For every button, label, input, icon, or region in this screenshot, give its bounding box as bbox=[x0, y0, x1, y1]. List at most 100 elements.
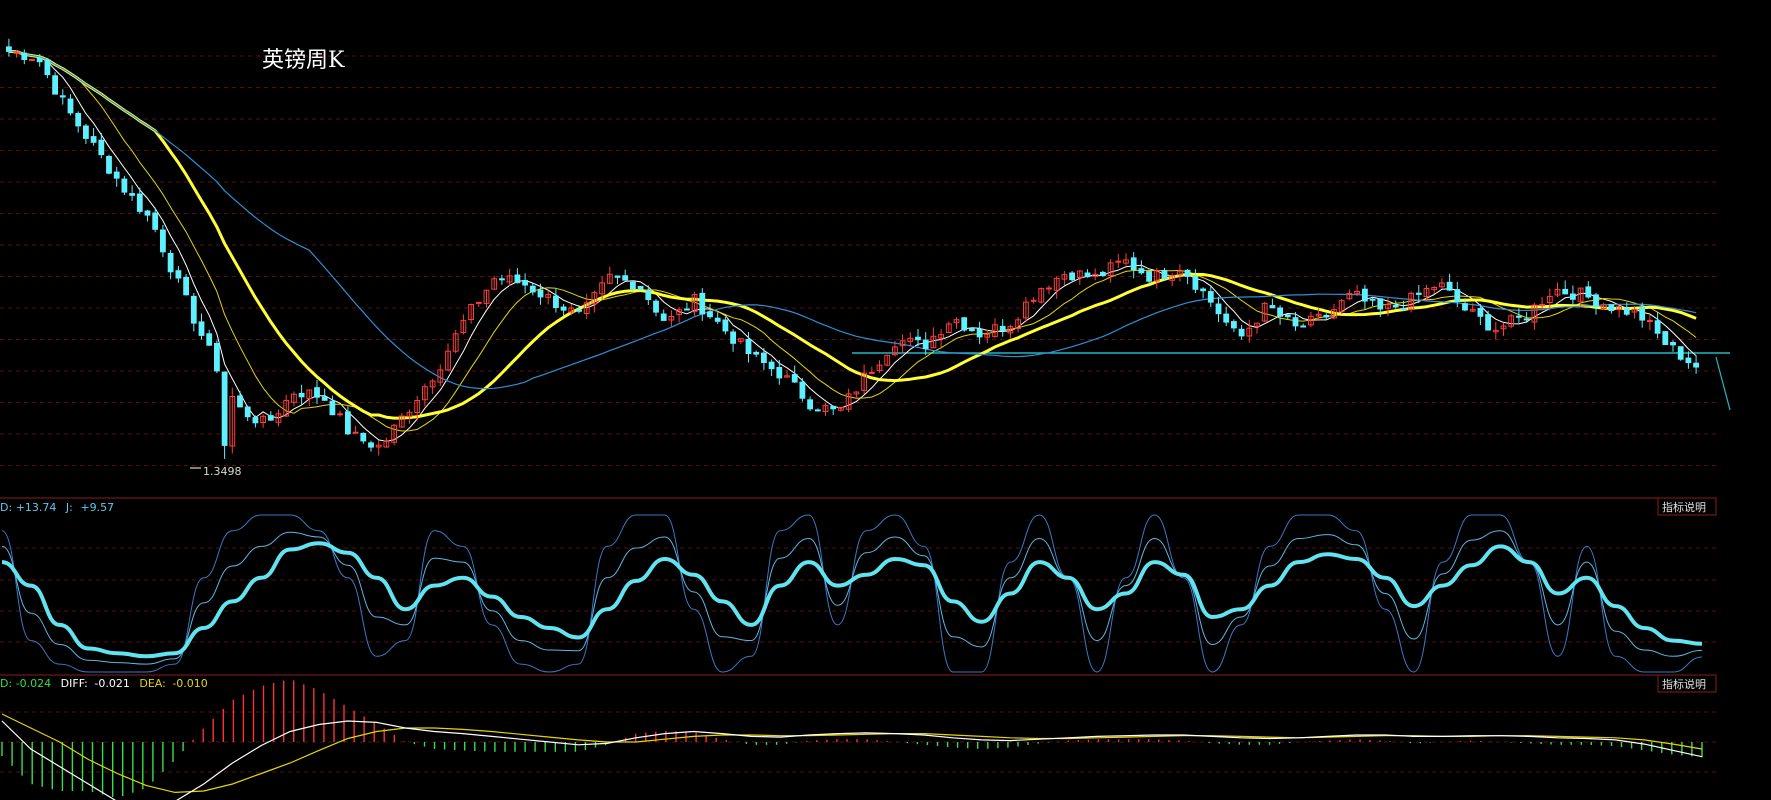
macd-explain-button[interactable]: 指标说明 bbox=[1657, 674, 1717, 693]
candle-down bbox=[1392, 304, 1399, 308]
candle-down bbox=[1146, 271, 1152, 282]
candle-down bbox=[1369, 298, 1376, 301]
candle-down bbox=[830, 405, 837, 410]
candle-up bbox=[352, 431, 359, 434]
candle-down bbox=[745, 339, 752, 354]
candle-down bbox=[1677, 346, 1684, 360]
candle-up bbox=[1115, 260, 1122, 263]
candle-down bbox=[645, 290, 652, 300]
candle-down bbox=[1184, 269, 1191, 277]
candle-down bbox=[776, 367, 783, 379]
diff-label: DIFF: bbox=[61, 677, 88, 690]
candle-down bbox=[799, 381, 806, 399]
candle-down bbox=[761, 352, 767, 364]
candle-down bbox=[121, 178, 128, 193]
candle-down bbox=[1130, 257, 1137, 270]
candle-down bbox=[1462, 303, 1468, 311]
candle-down bbox=[1608, 304, 1615, 312]
candle-down bbox=[129, 193, 135, 196]
candle-down bbox=[1377, 298, 1384, 310]
candle-down bbox=[807, 399, 814, 410]
candle-down bbox=[1485, 314, 1491, 331]
kdj-j-value: +9.57 bbox=[80, 501, 114, 514]
candle-down bbox=[329, 400, 336, 416]
candle-down bbox=[1200, 288, 1206, 292]
candle-up bbox=[475, 301, 482, 304]
candle-down bbox=[1670, 342, 1676, 346]
kdj-explain-label: 指标说明 bbox=[1662, 500, 1706, 514]
candle-down bbox=[1284, 314, 1291, 318]
candle-down bbox=[961, 317, 968, 331]
candle-up bbox=[1539, 303, 1545, 306]
candle-down bbox=[1562, 288, 1569, 295]
candle-down bbox=[152, 212, 159, 230]
candle-down bbox=[1585, 286, 1592, 298]
candle-down bbox=[1292, 317, 1299, 327]
candle-down bbox=[52, 75, 59, 95]
kdj-header: D: +13.74 J: +9.57 bbox=[0, 501, 114, 514]
candle-down bbox=[1400, 308, 1407, 311]
candle-down bbox=[537, 289, 544, 298]
kdj-d-value: +13.74 bbox=[16, 501, 57, 514]
candle-down bbox=[1161, 270, 1168, 280]
candle-down bbox=[660, 313, 667, 321]
kdj-explain-button[interactable]: 指标说明 bbox=[1657, 497, 1717, 516]
candle-down bbox=[1415, 292, 1422, 295]
diff-value: -0.021 bbox=[94, 677, 129, 690]
candle-down bbox=[622, 275, 629, 281]
candle-down bbox=[576, 309, 582, 312]
candle-down bbox=[368, 442, 374, 448]
candle-up bbox=[1647, 320, 1653, 322]
candle-down bbox=[707, 311, 713, 318]
candle-down bbox=[1516, 315, 1522, 318]
candle-down bbox=[730, 331, 737, 344]
chart-canvas: 英镑周K 1.3498 D: +13.74 J: +9.57 指标说明 D: -… bbox=[0, 0, 1771, 800]
candle-down bbox=[1231, 321, 1237, 329]
candle-up bbox=[29, 58, 35, 61]
candle-down bbox=[75, 113, 82, 127]
candle-down bbox=[36, 57, 43, 63]
candle-down bbox=[753, 351, 760, 355]
candle-down bbox=[499, 278, 505, 281]
candle-down bbox=[244, 406, 251, 418]
candle-down bbox=[1277, 307, 1283, 317]
candle-down bbox=[167, 253, 174, 273]
candle-up bbox=[1046, 287, 1052, 290]
candle-down bbox=[90, 136, 97, 143]
candle-down bbox=[83, 125, 89, 139]
candle-down bbox=[21, 52, 28, 60]
candle-down bbox=[1300, 325, 1307, 328]
candle-down bbox=[1323, 315, 1330, 318]
candle-down bbox=[136, 193, 143, 212]
candle-down bbox=[252, 417, 259, 424]
candle-down bbox=[1100, 271, 1106, 276]
candle-down bbox=[553, 295, 559, 309]
candle-down bbox=[1639, 307, 1646, 321]
candle-down bbox=[1570, 293, 1576, 300]
candle-down bbox=[976, 328, 983, 338]
candle-down bbox=[144, 210, 151, 216]
candle-down bbox=[722, 319, 729, 332]
candle-down bbox=[768, 361, 775, 370]
candle-down bbox=[1192, 275, 1199, 290]
candle-down bbox=[1693, 362, 1699, 368]
candle-down bbox=[59, 95, 66, 98]
candle-down bbox=[1477, 308, 1484, 317]
chart-title: 英镑周K bbox=[262, 48, 345, 73]
candle-down bbox=[653, 300, 659, 313]
candle-down bbox=[6, 46, 12, 52]
candle-down bbox=[1593, 294, 1599, 308]
candle-down bbox=[1662, 331, 1669, 346]
candle-down bbox=[999, 325, 1006, 332]
candle-down bbox=[67, 98, 74, 114]
candle-down bbox=[113, 171, 120, 179]
candle-down bbox=[345, 411, 351, 435]
candle-down bbox=[630, 281, 636, 290]
candle-down bbox=[560, 306, 567, 311]
candle-down bbox=[175, 270, 182, 279]
candle-down bbox=[106, 156, 112, 174]
candle-down bbox=[1238, 328, 1245, 337]
candle-down bbox=[214, 343, 220, 372]
candle-down bbox=[98, 139, 105, 156]
candle-down bbox=[1654, 320, 1661, 334]
